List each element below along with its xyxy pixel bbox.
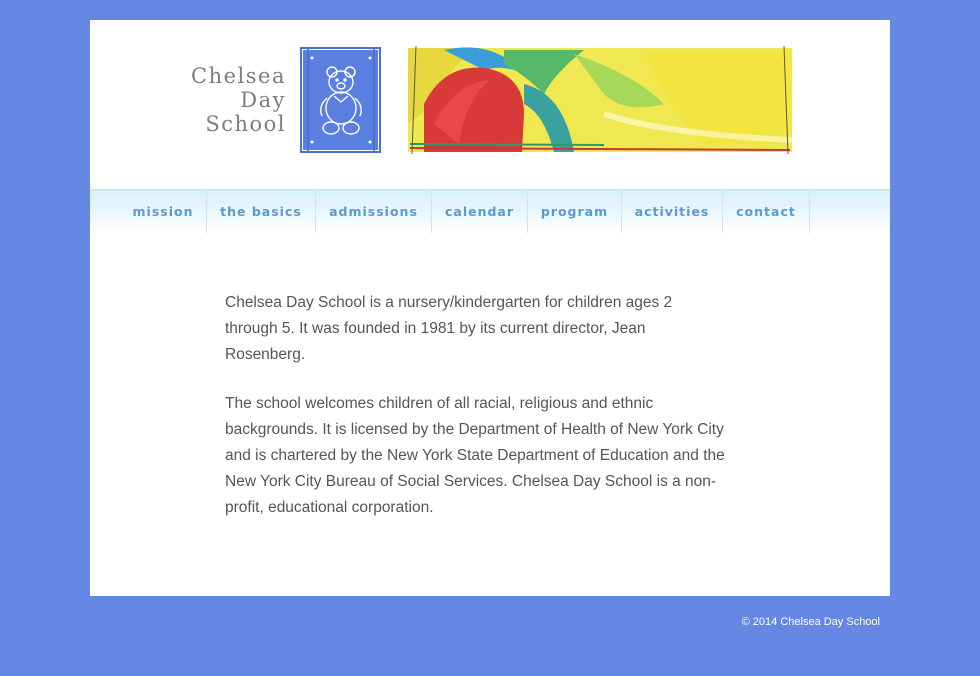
teddy-bear-logo-icon[interactable] xyxy=(300,46,382,154)
nav-contact[interactable]: contact xyxy=(723,191,810,233)
logo-line-1: Chelsea xyxy=(191,64,286,88)
children-painting-banner xyxy=(404,44,796,156)
logo-line-2: Day xyxy=(240,88,286,112)
main-content: Chelsea Day School is a nursery/kinderga… xyxy=(225,290,725,544)
nav-program[interactable]: program xyxy=(528,191,622,233)
logo-line-3: School xyxy=(205,112,286,136)
nav-admissions[interactable]: admissions xyxy=(316,191,432,233)
nav-calendar[interactable]: calendar xyxy=(432,191,528,233)
site-header: Chelsea Day School xyxy=(90,20,890,190)
school-info-paragraph: The school welcomes children of all raci… xyxy=(225,395,725,516)
main-nav: mission the basics admissions calendar p… xyxy=(90,189,890,233)
page-container: Chelsea Day School mission the basics ad… xyxy=(90,20,890,596)
nav-mission[interactable]: mission xyxy=(120,191,207,233)
footer-copyright: © 2014 Chelsea Day School xyxy=(741,616,880,628)
logo-text[interactable]: Chelsea Day School xyxy=(186,64,286,136)
intro-paragraph: Chelsea Day School is a nursery/kinderga… xyxy=(225,294,673,363)
nav-activities[interactable]: activities xyxy=(622,191,723,233)
nav-the-basics[interactable]: the basics xyxy=(207,191,316,233)
